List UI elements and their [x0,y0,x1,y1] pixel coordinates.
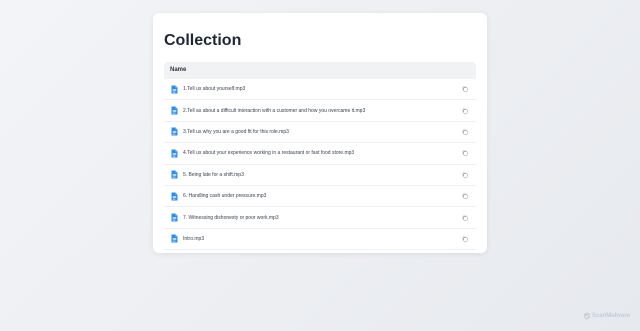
table-row[interactable]: 5. Being late for a shift.mp3 [164,165,476,186]
file-icon [171,234,178,243]
table-row[interactable]: 6. Handling cash under pressure.mp3 [164,186,476,208]
file-name[interactable]: 4.Tell us about your experience working … [183,150,462,156]
file-icon [171,170,178,179]
copy-icon[interactable] [462,215,468,221]
page-title: Collection [164,32,242,49]
file-name[interactable]: Intro.mp3 [183,236,462,242]
file-icon [171,192,178,201]
file-icon [171,85,178,94]
collection-card: Collection Name 1.Tell us about yourself… [153,13,487,253]
file-name[interactable]: 3.Tell us why you are a good fit for thi… [183,129,462,135]
file-icon [171,213,178,222]
file-name[interactable]: 5. Being late for a shift.mp3 [183,172,462,178]
copy-icon[interactable] [462,150,468,156]
table-row[interactable]: 4.Tell us about your experience working … [164,143,476,165]
file-name[interactable]: 7. Witnessing dishonesty or poor work.mp… [183,215,462,221]
file-icon [171,149,178,158]
table-row[interactable]: Intro.mp3 [164,229,476,251]
copy-icon[interactable] [462,236,468,242]
table-row[interactable]: 2.Tell as about a difficult interaction … [164,100,476,122]
copy-icon[interactable] [462,108,468,114]
copy-icon[interactable] [462,129,468,135]
files-table: Name 1.Tell us about yourself.mp3 2.Tell … [164,62,476,251]
copy-icon[interactable] [462,193,468,199]
table-row[interactable]: 1.Tell us about yourself.mp3 [164,79,476,101]
table-row[interactable]: 3.Tell us why you are a good fit for thi… [164,122,476,144]
file-icon [171,127,178,136]
brand-watermark: ScanMalware [583,312,630,320]
copy-icon[interactable] [462,86,468,92]
file-name[interactable]: 2.Tell as about a difficult interaction … [183,108,462,114]
shield-logo-icon [583,312,590,320]
file-icon [171,106,178,115]
file-name[interactable]: 1.Tell us about yourself.mp3 [183,86,462,92]
table-header-name: Name [164,62,476,79]
brand-name: ScanMalware [591,313,630,319]
file-name[interactable]: 6. Handling cash under pressure.mp3 [183,193,462,199]
table-row[interactable]: 7. Witnessing dishonesty or poor work.mp… [164,207,476,229]
table-body: 1.Tell us about yourself.mp3 2.Tell as ab… [164,79,476,251]
copy-icon[interactable] [462,172,468,178]
